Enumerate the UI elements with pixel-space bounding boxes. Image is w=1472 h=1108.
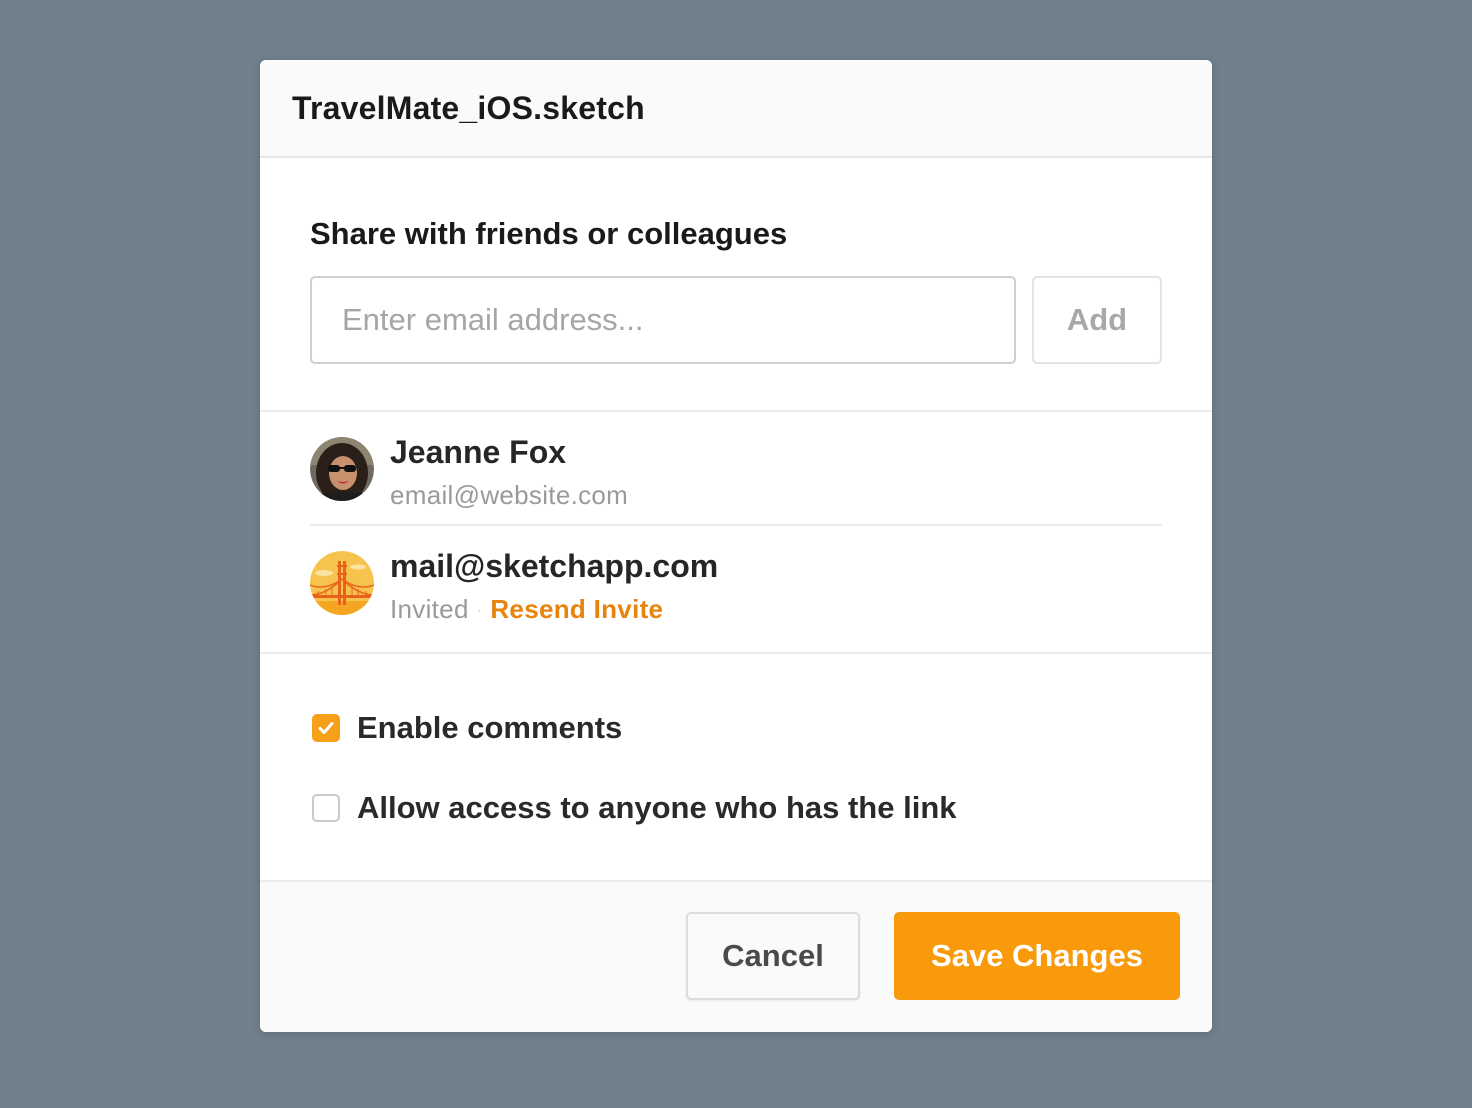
avatar xyxy=(310,437,374,501)
dialog-title: TravelMate_iOS.sketch xyxy=(292,90,645,126)
cancel-button[interactable]: Cancel xyxy=(686,912,860,1000)
resend-invite-link[interactable]: Resend Invite xyxy=(490,594,663,624)
option-label[interactable]: Enable comments xyxy=(357,710,622,746)
member-name: Jeanne Fox xyxy=(390,434,567,470)
options-section: Enable comments Allow access to anyone w… xyxy=(260,654,1212,882)
save-changes-button[interactable]: Save Changes xyxy=(894,912,1180,1000)
dialog-header: TravelMate_iOS.sketch xyxy=(260,60,1212,158)
share-section: Share with friends or colleagues Add xyxy=(260,160,1212,412)
member-row: Jeanne Fox email@website.com xyxy=(310,412,1162,526)
member-name: mail@sketchapp.com xyxy=(390,548,719,584)
share-dialog: TravelMate_iOS.sketch Share with friends… xyxy=(260,60,1212,1032)
separator-dot: · xyxy=(476,602,483,620)
email-input[interactable] xyxy=(310,276,1016,364)
invite-status: Invited xyxy=(390,594,469,624)
checkbox-unchecked[interactable] xyxy=(312,794,340,822)
option-label[interactable]: Allow access to anyone who has the link xyxy=(357,790,957,826)
checkmark-icon xyxy=(318,722,334,734)
dialog-footer: Cancel Save Changes xyxy=(260,882,1212,1032)
enable-comments-option[interactable]: Enable comments xyxy=(312,708,622,748)
member-status-line: Invited · Resend Invite xyxy=(390,594,663,625)
member-row: mail@sketchapp.com Invited · Resend Invite xyxy=(310,526,1162,640)
members-list: Jeanne Fox email@website.com mail@sketch… xyxy=(260,412,1212,654)
add-button[interactable]: Add xyxy=(1032,276,1162,364)
checkbox-checked[interactable] xyxy=(312,714,340,742)
bridge-icon xyxy=(310,551,374,615)
member-email: email@website.com xyxy=(390,480,629,510)
allow-link-access-option[interactable]: Allow access to anyone who has the link xyxy=(312,788,957,828)
share-heading: Share with friends or colleagues xyxy=(310,216,788,251)
